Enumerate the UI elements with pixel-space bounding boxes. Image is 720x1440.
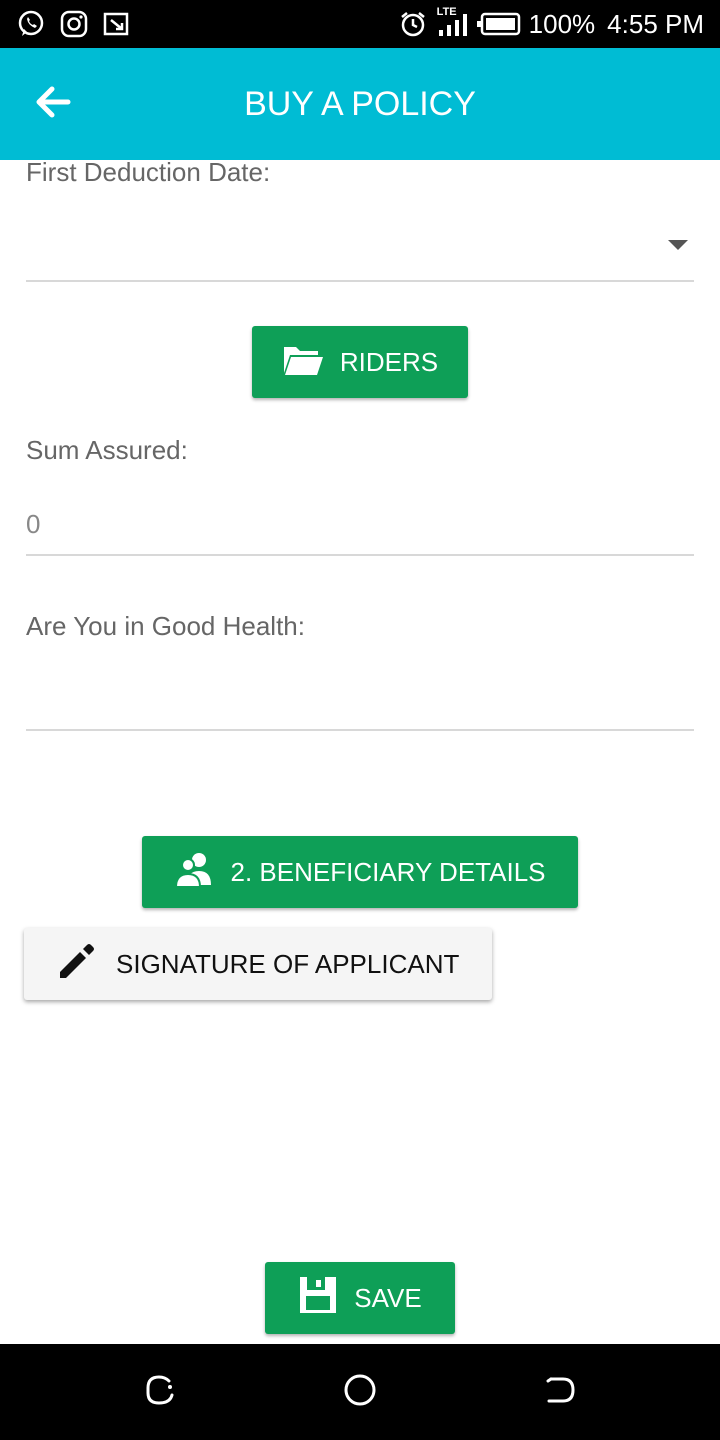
floppy-disk-icon (298, 1275, 338, 1322)
whatsapp-icon (16, 9, 46, 39)
riders-button[interactable]: RIDERS (252, 326, 468, 398)
sum-assured-underline (26, 554, 694, 556)
signal-icon: LTE (435, 6, 469, 40)
recent-apps-icon (143, 1373, 177, 1412)
good-health-label: Are You in Good Health: (26, 611, 305, 641)
back-icon (543, 1373, 577, 1412)
recent-apps-button[interactable] (140, 1372, 180, 1412)
beneficiary-details-label: 2. BENEFICIARY DETAILS (230, 856, 546, 887)
first-deduction-date-label: First Deduction Date: (26, 157, 271, 187)
save-button-label: SAVE (354, 1282, 422, 1313)
battery-percent: 100% (528, 9, 596, 39)
users-icon (174, 849, 215, 896)
status-bar: LTE 100% 4:55 PM (0, 0, 720, 48)
riders-button-label: RIDERS (339, 346, 439, 377)
sum-assured-input[interactable]: 0 (26, 508, 40, 540)
page-title: BUY A POLICY (244, 85, 476, 123)
first-deduction-date-underline (26, 280, 694, 282)
instagram-icon (60, 10, 88, 38)
navigation-bar (0, 1344, 720, 1440)
folder-open-icon (282, 341, 324, 384)
good-health-input[interactable] (26, 660, 694, 728)
home-icon (342, 1372, 378, 1413)
dropdown-arrow-icon[interactable] (668, 240, 688, 250)
good-health-underline (26, 729, 694, 731)
pencil-icon (56, 940, 98, 989)
first-deduction-date-dropdown[interactable] (26, 200, 694, 280)
home-button[interactable] (340, 1372, 380, 1412)
sum-assured-label: Sum Assured: (26, 435, 188, 465)
alarm-icon (399, 10, 427, 38)
system-back-button[interactable] (540, 1372, 580, 1412)
signature-of-applicant-button[interactable]: SIGNATURE OF APPLICANT (24, 928, 492, 1000)
cast-icon (102, 10, 130, 38)
clock: 4:55 PM (607, 9, 704, 39)
status-bar-left (16, 8, 130, 40)
signature-of-applicant-label: SIGNATURE OF APPLICANT (116, 948, 460, 979)
app-bar: BUY A POLICY (0, 48, 720, 160)
battery-icon (476, 12, 521, 36)
save-button[interactable]: SAVE (265, 1262, 455, 1334)
beneficiary-details-button[interactable]: 2. BENEFICIARY DETAILS (142, 836, 578, 908)
status-bar-right: LTE 100% 4:55 PM (399, 6, 704, 40)
